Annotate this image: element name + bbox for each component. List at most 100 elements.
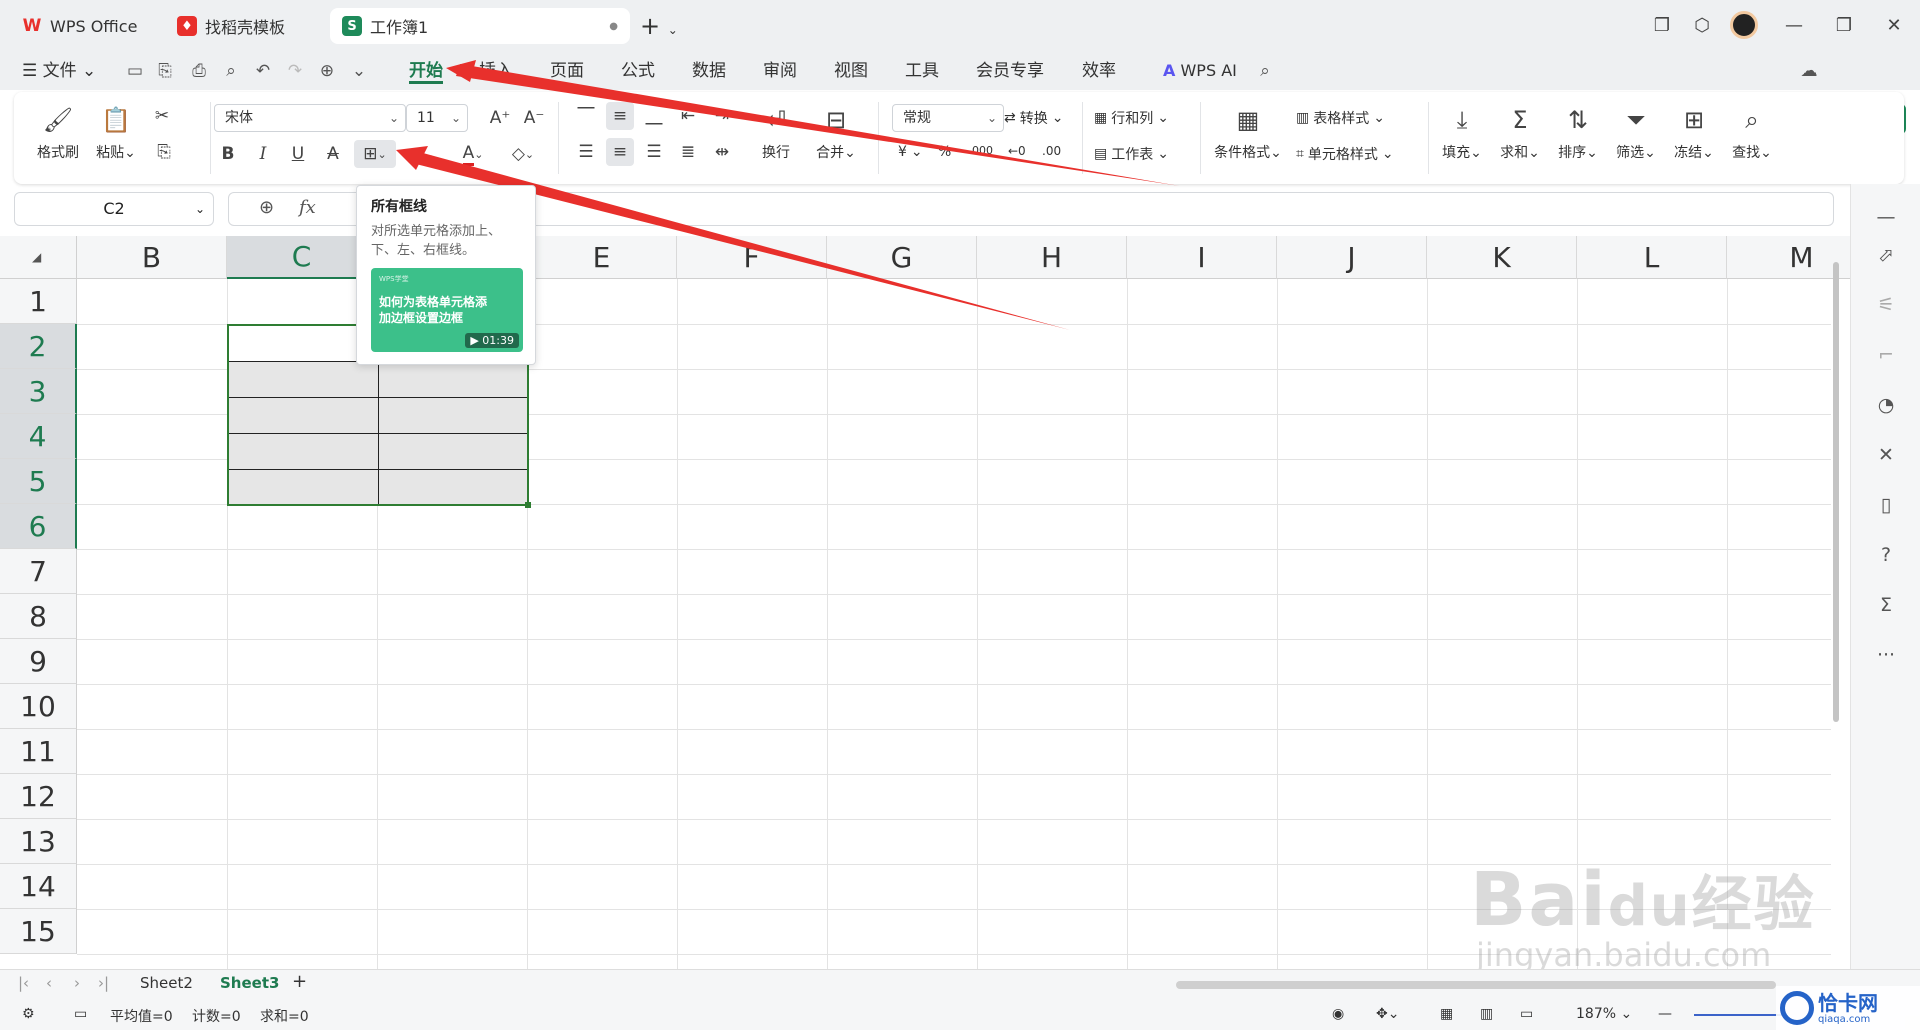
sort-button[interactable]: ⇅ 排序⌄: [1550, 104, 1606, 162]
maximize-icon[interactable]: ❐: [1829, 10, 1859, 40]
column-header-c[interactable]: C: [227, 236, 377, 279]
cursor-icon[interactable]: ⬀: [1871, 240, 1901, 270]
tab-wps-office[interactable]: W WPS Office: [10, 8, 155, 44]
rows-cols-button[interactable]: ▦ 行和列 ⌄: [1094, 108, 1169, 128]
prev-sheet-icon[interactable]: ‹: [46, 974, 52, 992]
merge-button[interactable]: ⊟ 合并⌄: [808, 104, 864, 162]
tools-icon[interactable]: ✕: [1871, 440, 1901, 470]
last-sheet-icon[interactable]: ›|: [98, 974, 109, 992]
zoom-formula-icon[interactable]: ⊕: [259, 197, 274, 218]
worksheet-button[interactable]: ▤ 工作表 ⌄: [1094, 144, 1169, 164]
tab-data[interactable]: 数据: [692, 58, 726, 84]
wrap-text-button[interactable]: ⏎ 换行: [748, 104, 804, 162]
column-header-b[interactable]: B: [77, 236, 227, 279]
increase-font-icon[interactable]: A⁺: [486, 104, 514, 132]
column-header-i[interactable]: I: [1127, 236, 1277, 279]
tab-review[interactable]: 审阅: [763, 58, 797, 84]
zoom-level[interactable]: 187% ⌄: [1576, 1006, 1632, 1022]
row-header-8[interactable]: 8: [0, 594, 77, 639]
row-header-12[interactable]: 12: [0, 774, 77, 819]
column-header-g[interactable]: G: [827, 236, 977, 279]
print-preview-icon[interactable]: ⌕: [218, 58, 244, 84]
name-box[interactable]: C2 ⌄: [14, 192, 214, 226]
row-header-2[interactable]: 2: [0, 324, 77, 369]
clear-format-button[interactable]: ◇ ⌄: [504, 140, 542, 168]
print-icon[interactable]: ⎙: [186, 58, 212, 84]
tab-tools[interactable]: 工具: [905, 58, 939, 84]
row-header-5[interactable]: 5: [0, 459, 77, 504]
percent-button[interactable]: %: [938, 144, 951, 160]
search-icon[interactable]: ⌕: [1252, 58, 1278, 84]
row-header-13[interactable]: 13: [0, 819, 77, 864]
cut-icon[interactable]: ✂: [148, 102, 176, 130]
normal-view-icon[interactable]: ▦: [1440, 1006, 1453, 1022]
undo-icon[interactable]: ↶: [250, 58, 276, 84]
file-menu[interactable]: ☰ 文件 ⌄: [22, 58, 96, 84]
conditional-format-button[interactable]: ▦ 条件格式⌄: [1210, 104, 1286, 162]
cube-icon[interactable]: ⬡: [1687, 10, 1717, 40]
row-header-9[interactable]: 9: [0, 639, 77, 684]
align-bottom-icon[interactable]: ⎽: [640, 102, 668, 130]
new-tab-button[interactable]: + ⌄: [640, 12, 678, 40]
strikethrough-button[interactable]: A: [319, 140, 347, 168]
horizontal-scroll-thumb[interactable]: [1176, 981, 1776, 989]
add-sheet-button[interactable]: +: [292, 971, 307, 992]
row-header-14[interactable]: 14: [0, 864, 77, 909]
font-name-select[interactable]: 宋体 ⌄: [214, 104, 406, 132]
save-icon[interactable]: ▭: [122, 58, 148, 84]
borders-button[interactable]: ⊞ ⌄: [354, 140, 396, 168]
column-header-l[interactable]: L: [1577, 236, 1727, 279]
crosshair-icon[interactable]: ✥⌄: [1376, 1006, 1399, 1022]
tab-formula[interactable]: 公式: [621, 58, 655, 84]
align-left-icon[interactable]: ☰: [572, 138, 600, 166]
decrease-indent-icon[interactable]: ⇤: [674, 102, 702, 130]
align-top-icon[interactable]: ⎺: [572, 102, 600, 130]
spreadsheet-grid[interactable]: ◢ BCDEFGHIJKLM 123456789101112131415 Bai…: [0, 236, 1850, 969]
macro-icon[interactable]: ⚙: [22, 1006, 35, 1022]
select-all-corner[interactable]: ◢: [0, 236, 77, 279]
tab-page[interactable]: 页面: [550, 58, 584, 84]
close-icon[interactable]: ✕: [1879, 10, 1909, 40]
convert-button[interactable]: ⇄ 转换 ⌄: [1004, 108, 1063, 128]
underline-button[interactable]: U: [284, 140, 312, 168]
note-icon[interactable]: ▭: [74, 1006, 87, 1022]
tab-workbook[interactable]: S 工作簿1 ●: [330, 8, 630, 44]
table-style-button[interactable]: ▥ 表格样式 ⌄: [1296, 108, 1385, 128]
more-icon[interactable]: ···: [1871, 640, 1901, 670]
minimize-icon[interactable]: —: [1779, 10, 1809, 40]
help-icon[interactable]: ?: [1871, 540, 1901, 570]
collapse-icon[interactable]: —: [1871, 202, 1901, 232]
next-sheet-icon[interactable]: ›: [74, 974, 80, 992]
sheet-tab-sheet2[interactable]: Sheet2: [140, 974, 193, 992]
thousands-button[interactable]: 000: [972, 144, 993, 157]
number-format-select[interactable]: 常规 ⌄: [892, 104, 1004, 132]
format-painter-button[interactable]: 🖌 格式刷: [30, 104, 86, 162]
page-break-icon[interactable]: ▭: [1520, 1006, 1533, 1022]
font-size-select[interactable]: 11 ⌄: [406, 104, 468, 132]
column-header-f[interactable]: F: [677, 236, 827, 279]
row-header-6[interactable]: 6: [0, 504, 77, 549]
freeze-button[interactable]: ⊞ 冻结⌄: [1666, 104, 1722, 162]
tab-member[interactable]: 会员专享: [976, 58, 1044, 84]
find-button[interactable]: ⌕ 查找⌄: [1724, 104, 1780, 162]
row-header-10[interactable]: 10: [0, 684, 77, 729]
align-center-icon[interactable]: ≡: [606, 138, 634, 166]
bold-button[interactable]: B: [214, 140, 242, 168]
vertical-scroll-thumb[interactable]: [1833, 262, 1839, 722]
decrease-decimal-icon[interactable]: .00: [1042, 144, 1061, 158]
chart-icon[interactable]: ◔: [1871, 390, 1901, 420]
row-header-3[interactable]: 3: [0, 369, 77, 414]
zoom-out-icon[interactable]: —: [1658, 1006, 1672, 1022]
tab-insert[interactable]: 插入: [479, 58, 513, 84]
sheet-tab-sheet3[interactable]: Sheet3: [220, 974, 279, 992]
row-header-11[interactable]: 11: [0, 729, 77, 774]
new-file-icon[interactable]: ⊕: [314, 58, 340, 84]
redo-icon[interactable]: ↷: [282, 58, 308, 84]
row-header-1[interactable]: 1: [0, 279, 77, 324]
tutorial-video-card[interactable]: WPS学堂 如何为表格单元格添加边框设置边框 ▶ 01:39: [371, 268, 523, 352]
justify-icon[interactable]: ≣: [674, 138, 702, 166]
decrease-font-icon[interactable]: A⁻: [520, 104, 548, 132]
row-header-15[interactable]: 15: [0, 909, 77, 954]
distribute-icon[interactable]: ⇹: [708, 138, 736, 166]
tab-template[interactable]: ♦ 找稻壳模板: [165, 8, 323, 44]
